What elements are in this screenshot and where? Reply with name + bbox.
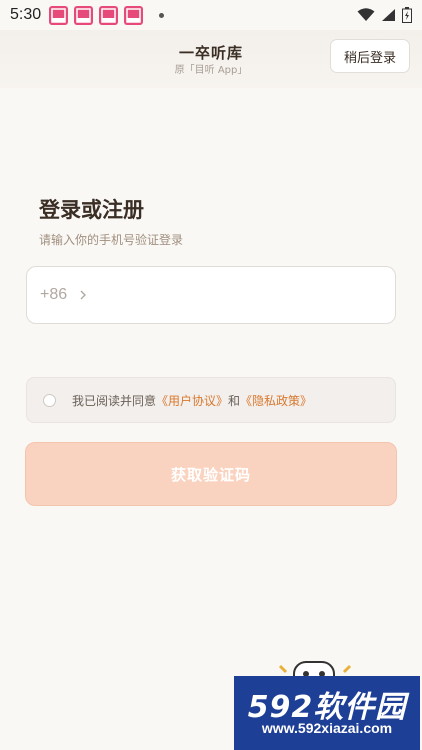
watermark-url: www.592xiazai.com	[261, 720, 393, 736]
page-subtitle: 请输入你的手机号验证登录	[39, 233, 184, 247]
notification-icons	[49, 5, 165, 25]
user-agreement-link[interactable]: 《用户协议》	[156, 392, 228, 409]
signal-icon	[382, 9, 395, 21]
country-code-selector[interactable]: +86	[40, 286, 67, 304]
header: 一卒听库 原「目听 App」 稍后登录	[0, 30, 422, 88]
app-notification-icon	[49, 5, 69, 25]
chevron-right-icon	[80, 290, 87, 300]
watermark: 592软件园 www.592xiazai.com	[234, 676, 420, 750]
app-notification-icon	[99, 5, 119, 25]
get-code-button[interactable]: 获取验证码	[25, 442, 397, 506]
system-icons	[357, 7, 412, 23]
agreement-prefix: 我已阅读并同意	[72, 393, 157, 408]
privacy-policy-link[interactable]: 《隐私政策》	[240, 392, 312, 409]
agreement-and: 和	[228, 393, 241, 408]
more-notifications-dot	[159, 12, 165, 18]
status-bar: 5:30	[0, 0, 422, 30]
page-title: 登录或注册	[39, 198, 144, 222]
app-notification-icon	[74, 5, 94, 25]
agreement-row[interactable]: 我已阅读并同意 《用户协议》 和 《隐私政策》	[26, 377, 396, 423]
app-notification-icon	[124, 5, 144, 25]
status-time: 5:30	[10, 6, 42, 23]
agree-radio[interactable]	[43, 393, 56, 407]
phone-field[interactable]: +86	[26, 266, 396, 324]
battery-icon	[402, 7, 412, 23]
login-later-button[interactable]: 稍后登录	[330, 39, 410, 73]
phone-input[interactable]	[97, 267, 395, 323]
wifi-icon	[357, 8, 375, 21]
